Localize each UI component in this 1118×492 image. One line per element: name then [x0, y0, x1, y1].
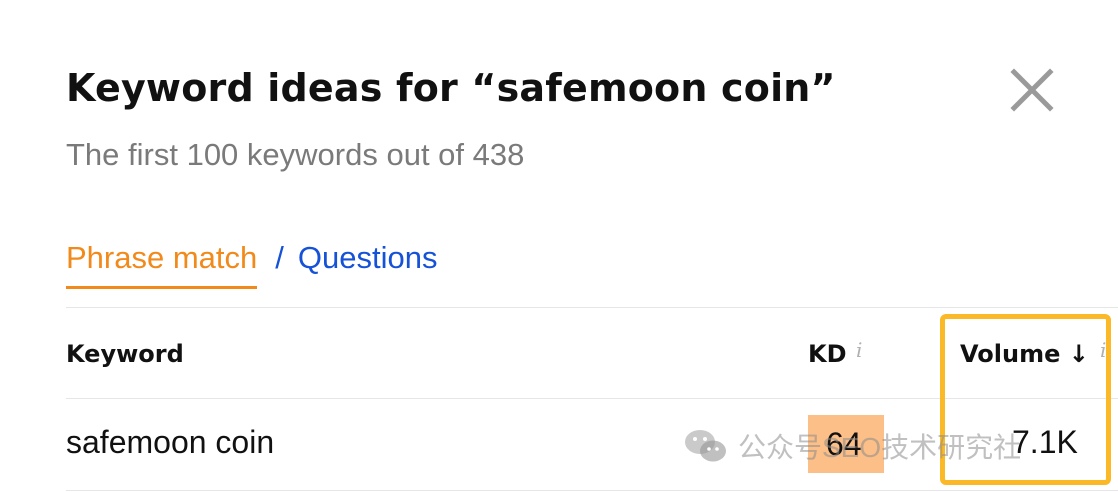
tabs-divider	[66, 307, 1118, 308]
kd-badge: 64	[808, 415, 884, 473]
row-divider	[66, 490, 1118, 491]
dialog-title: Keyword ideas for “safemoon coin”	[66, 66, 836, 110]
column-header-volume[interactable]: Volume ↓	[960, 340, 1089, 368]
header-divider	[66, 398, 1118, 399]
close-button[interactable]	[1008, 66, 1056, 114]
column-header-keyword[interactable]: Keyword	[66, 340, 184, 368]
close-icon	[1010, 68, 1054, 112]
volume-cell: 7.1K	[1012, 424, 1078, 460]
tab-phrase-match[interactable]: Phrase match	[66, 240, 258, 289]
dialog-subtitle: The first 100 keywords out of 438	[66, 137, 525, 172]
tab-questions[interactable]: Questions	[298, 240, 438, 276]
column-header-kd[interactable]: KD	[808, 340, 847, 368]
tab-bar: Phrase match / Questions	[66, 240, 437, 292]
wechat-icon	[685, 430, 726, 462]
tab-separator: /	[275, 240, 284, 275]
keyword-cell[interactable]: safemoon coin	[66, 424, 274, 461]
volume-info-icon[interactable]: i	[1100, 338, 1106, 362]
kd-info-icon[interactable]: i	[856, 338, 862, 362]
